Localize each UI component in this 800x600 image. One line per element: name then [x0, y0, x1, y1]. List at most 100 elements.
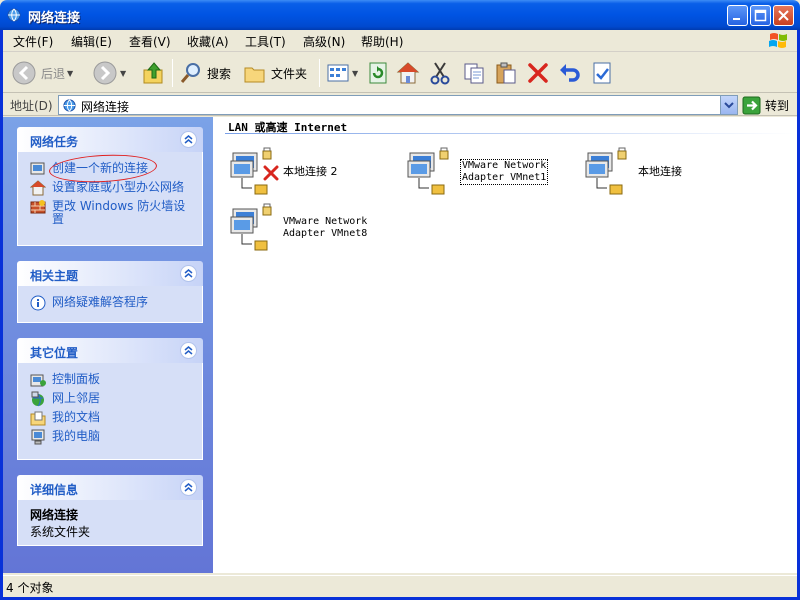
collapse-button[interactable] [180, 265, 197, 282]
folders-icon [244, 67, 265, 83]
connection-item-local-2[interactable]: 本地连接 2 [229, 147, 338, 197]
close-button[interactable] [773, 5, 794, 26]
other-places-header[interactable]: 其它位置 [17, 338, 203, 363]
connection-label: 本地连接 2 [283, 165, 338, 178]
my-network-places-link[interactable]: 网上邻居 [30, 391, 194, 407]
maximize-icon [754, 9, 767, 22]
task-pane: 网络任务 创建一个新的连接 设置家庭或小型办公网络 更改 Windows 防火墙… [3, 117, 213, 573]
search-icon [180, 63, 200, 83]
up-folder-button[interactable] [142, 58, 166, 88]
minimize-button[interactable] [727, 5, 748, 26]
connection-item-vmnet8[interactable]: VMware Network Adapter VMnet8 [229, 203, 367, 253]
my-documents-icon [30, 411, 46, 426]
address-value: 网络连接 [81, 100, 130, 114]
chevron-up-icon [184, 135, 193, 144]
address-dropdown-button[interactable] [720, 96, 737, 114]
copy-button[interactable] [462, 58, 486, 88]
properties-icon [593, 62, 611, 84]
menu-file[interactable]: 文件(F) [13, 33, 53, 50]
forward-button[interactable]: ▼ [92, 58, 126, 88]
menu-advanced[interactable]: 高级(N) [303, 33, 345, 50]
address-label: 地址(D) [10, 99, 53, 113]
undo-button[interactable] [558, 58, 582, 88]
close-icon [778, 10, 789, 21]
paste-button[interactable] [494, 58, 518, 88]
home-icon [396, 62, 420, 84]
my-computer-link[interactable]: 我的电脑 [30, 429, 194, 445]
maximize-button[interactable] [750, 5, 771, 26]
network-connection-icon [230, 203, 272, 251]
scissors-icon [430, 62, 450, 85]
back-label: 后退 [41, 66, 66, 81]
disconnected-x-icon [263, 165, 279, 181]
connection-item-local[interactable]: 本地连接 [584, 147, 682, 197]
go-label: 转到 [765, 99, 790, 113]
status-bar: 4 个对象 [3, 575, 797, 597]
address-input[interactable]: 网络连接 [58, 95, 738, 115]
home-network-icon [30, 180, 46, 196]
properties-button[interactable] [591, 58, 613, 88]
collapse-button[interactable] [180, 131, 197, 148]
new-connection-icon [30, 162, 45, 175]
folders-button[interactable]: 文件夹 [243, 58, 307, 88]
cut-button[interactable] [429, 58, 451, 88]
setup-home-network-link[interactable]: 设置家庭或小型办公网络 [30, 180, 194, 196]
delete-button[interactable] [526, 58, 550, 88]
address-bar: 地址(D) 网络连接 转到 [3, 94, 797, 116]
connections-view: LAN 或高速 Internet 本地连接 2 VMware Network Ad… [213, 117, 797, 573]
menu-favorites[interactable]: 收藏(A) [187, 33, 229, 50]
folders-label: 文件夹 [271, 66, 308, 81]
forward-arrow-icon [93, 61, 117, 85]
delete-x-icon [528, 63, 548, 83]
my-computer-icon [31, 429, 45, 445]
views-dropdown-icon[interactable]: ▼ [352, 69, 358, 78]
connection-label: 本地连接 [638, 165, 682, 178]
menu-tools[interactable]: 工具(T) [245, 33, 286, 50]
menu-view[interactable]: 查看(V) [129, 33, 171, 50]
toolbar-separator [172, 59, 173, 87]
connection-label: VMware Network Adapter VMnet1 [460, 159, 549, 185]
connection-label: VMware Network Adapter VMnet8 [283, 216, 368, 239]
refresh-icon [369, 62, 387, 84]
change-firewall-settings-link[interactable]: 更改 Windows 防火墙设置 [30, 199, 194, 226]
go-button[interactable]: 转到 [742, 96, 789, 115]
title-bar[interactable]: 网络连接 [0, 0, 800, 30]
window-title: 网络连接 [28, 11, 81, 26]
control-panel-link[interactable]: 控制面板 [30, 372, 194, 388]
home-button[interactable] [396, 58, 420, 88]
forward-dropdown-icon[interactable]: ▼ [120, 69, 126, 78]
details-name: 网络连接 [30, 508, 79, 522]
other-places-title: 其它位置 [30, 346, 79, 360]
copy-icon [464, 63, 484, 84]
search-button[interactable]: 搜索 [179, 58, 231, 88]
toolbar-separator [319, 59, 320, 87]
collapse-button[interactable] [180, 479, 197, 496]
control-panel-icon [30, 374, 46, 387]
search-label: 搜索 [207, 66, 232, 81]
refresh-button[interactable] [366, 58, 390, 88]
menu-edit[interactable]: 编辑(E) [71, 33, 112, 50]
related-topics-title: 相关主题 [30, 269, 79, 283]
network-troubleshooter-link[interactable]: 网络疑难解答程序 [30, 295, 194, 311]
connection-item-vmnet1[interactable]: VMware Network Adapter VMnet1 [406, 147, 549, 197]
chevron-down-icon [724, 102, 734, 109]
details-header[interactable]: 详细信息 [17, 475, 203, 500]
menu-help[interactable]: 帮助(H) [361, 33, 403, 50]
up-folder-icon [143, 62, 163, 84]
menu-bar: 文件(F) 编辑(E) 查看(V) 收藏(A) 工具(T) 高级(N) 帮助(H… [3, 30, 797, 52]
network-tasks-header[interactable]: 网络任务 [17, 127, 203, 152]
related-topics-panel: 相关主题 网络疑难解答程序 [17, 261, 203, 323]
info-icon [30, 295, 46, 311]
back-button[interactable]: 后退 ▼ [11, 58, 73, 88]
back-dropdown-icon[interactable]: ▼ [67, 69, 73, 78]
my-documents-link[interactable]: 我的文档 [30, 410, 194, 426]
collapse-button[interactable] [180, 342, 197, 359]
group-divider [225, 133, 795, 134]
views-button[interactable]: ▼ [326, 58, 358, 88]
network-connections-icon [63, 99, 76, 112]
network-connections-icon [7, 8, 21, 22]
related-topics-header[interactable]: 相关主题 [17, 261, 203, 286]
network-tasks-title: 网络任务 [30, 135, 79, 149]
network-places-icon [31, 391, 44, 407]
minimize-icon [733, 18, 740, 20]
